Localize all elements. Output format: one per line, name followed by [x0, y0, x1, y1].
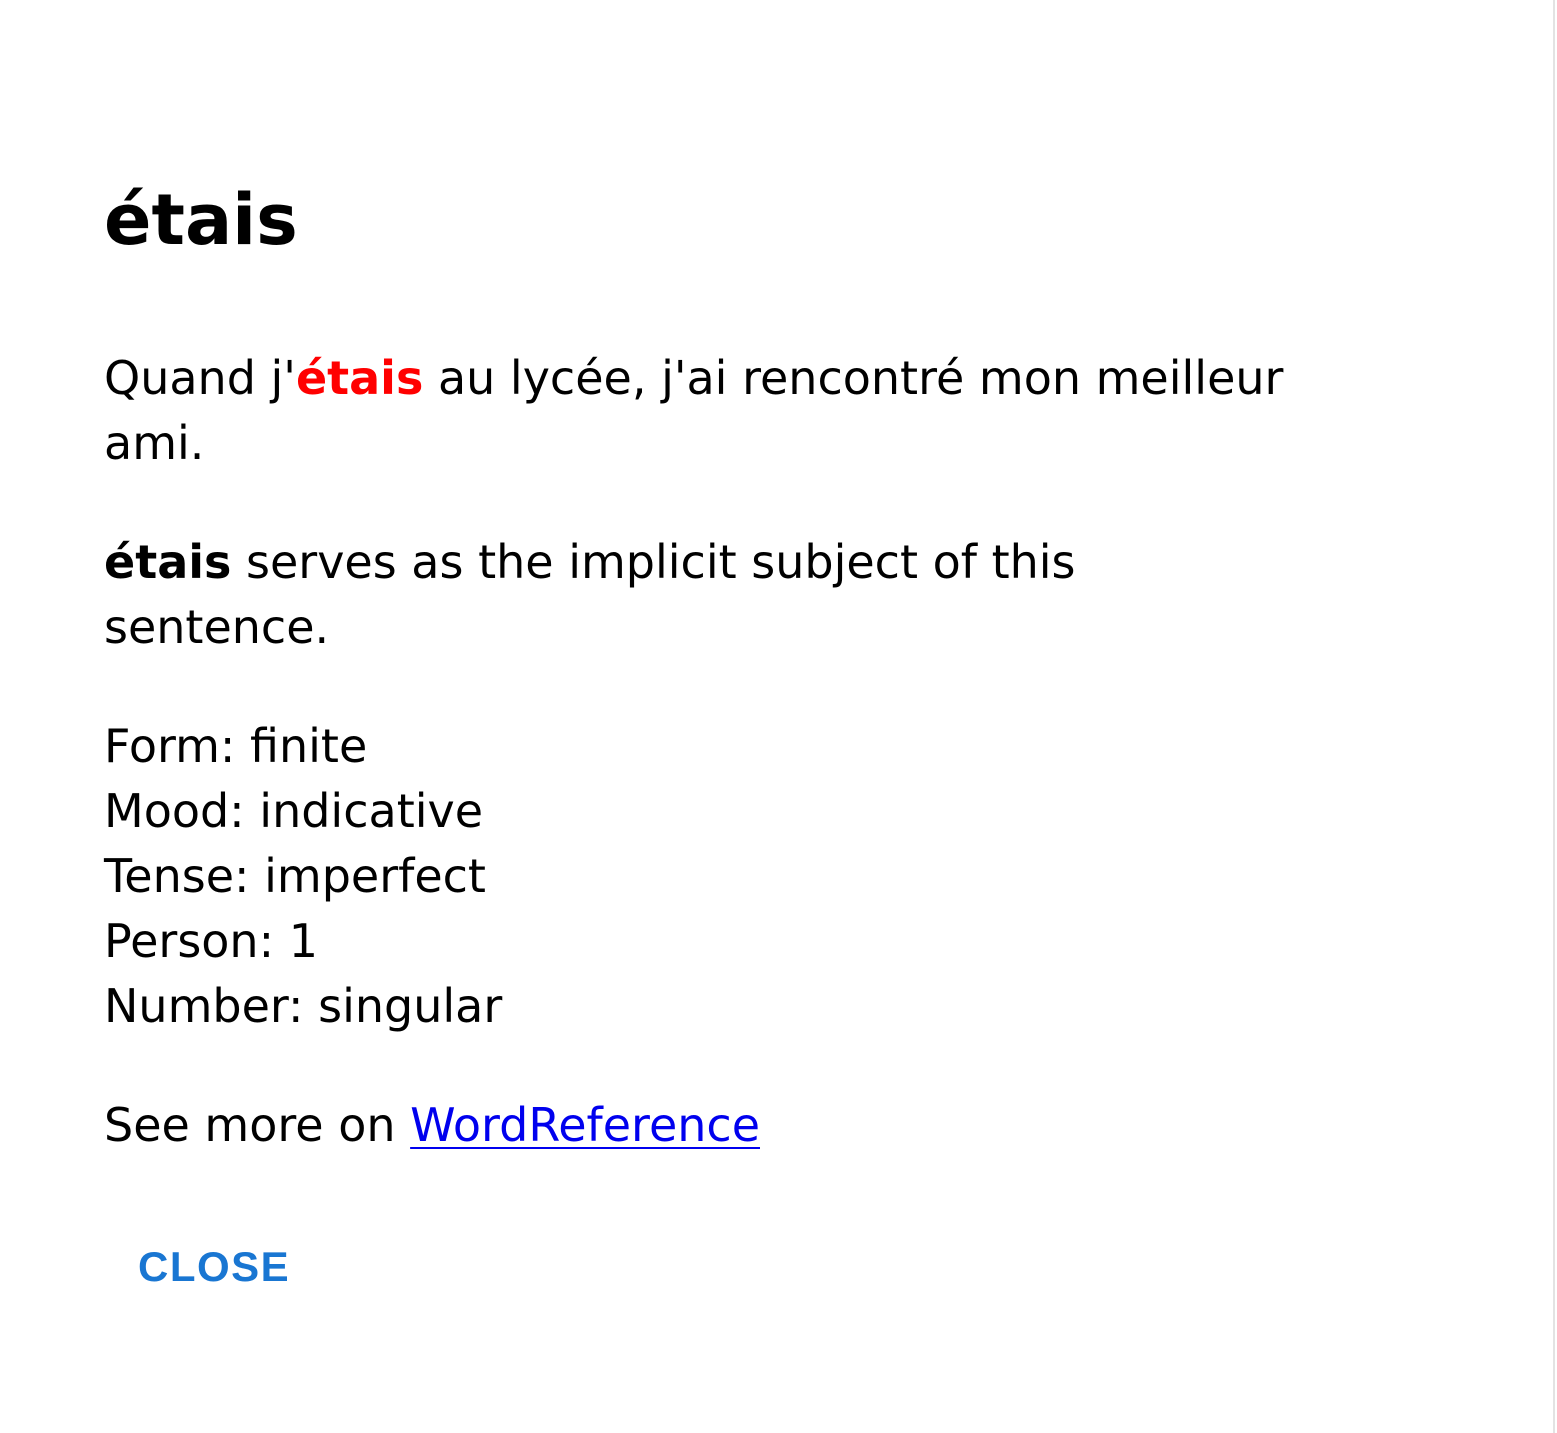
- feature-form: Form: finite: [104, 719, 368, 773]
- see-more-line: See more on WordReference: [104, 1093, 1304, 1158]
- role-word: étais: [104, 535, 232, 589]
- word-info-dialog: étais Quand j'étais au lycée, j'ai renco…: [104, 170, 1304, 1158]
- wordreference-link[interactable]: WordReference: [410, 1098, 760, 1152]
- see-more-prefix: See more on: [104, 1098, 411, 1152]
- example-sentence: Quand j'étais au lycée, j'ai rencontré m…: [104, 346, 1304, 476]
- feature-number: Number: singular: [104, 979, 503, 1033]
- window-right-border: [1553, 0, 1555, 1433]
- close-button[interactable]: CLOSE: [120, 1232, 308, 1302]
- sentence-highlight-word: étais: [295, 351, 424, 405]
- grammatical-role: étais serves as the implicit subject of …: [104, 530, 1304, 660]
- role-text: serves as the implicit subject of this s…: [104, 535, 1076, 654]
- sentence-before: Quand j': [104, 351, 296, 405]
- feature-person: Person: 1: [104, 914, 318, 968]
- dialog-title: étais: [104, 179, 298, 261]
- feature-mood: Mood: indicative: [104, 784, 484, 838]
- feature-tense: Tense: imperfect: [104, 849, 486, 903]
- feature-list: Form: finite Mood: indicative Tense: imp…: [104, 714, 1304, 1039]
